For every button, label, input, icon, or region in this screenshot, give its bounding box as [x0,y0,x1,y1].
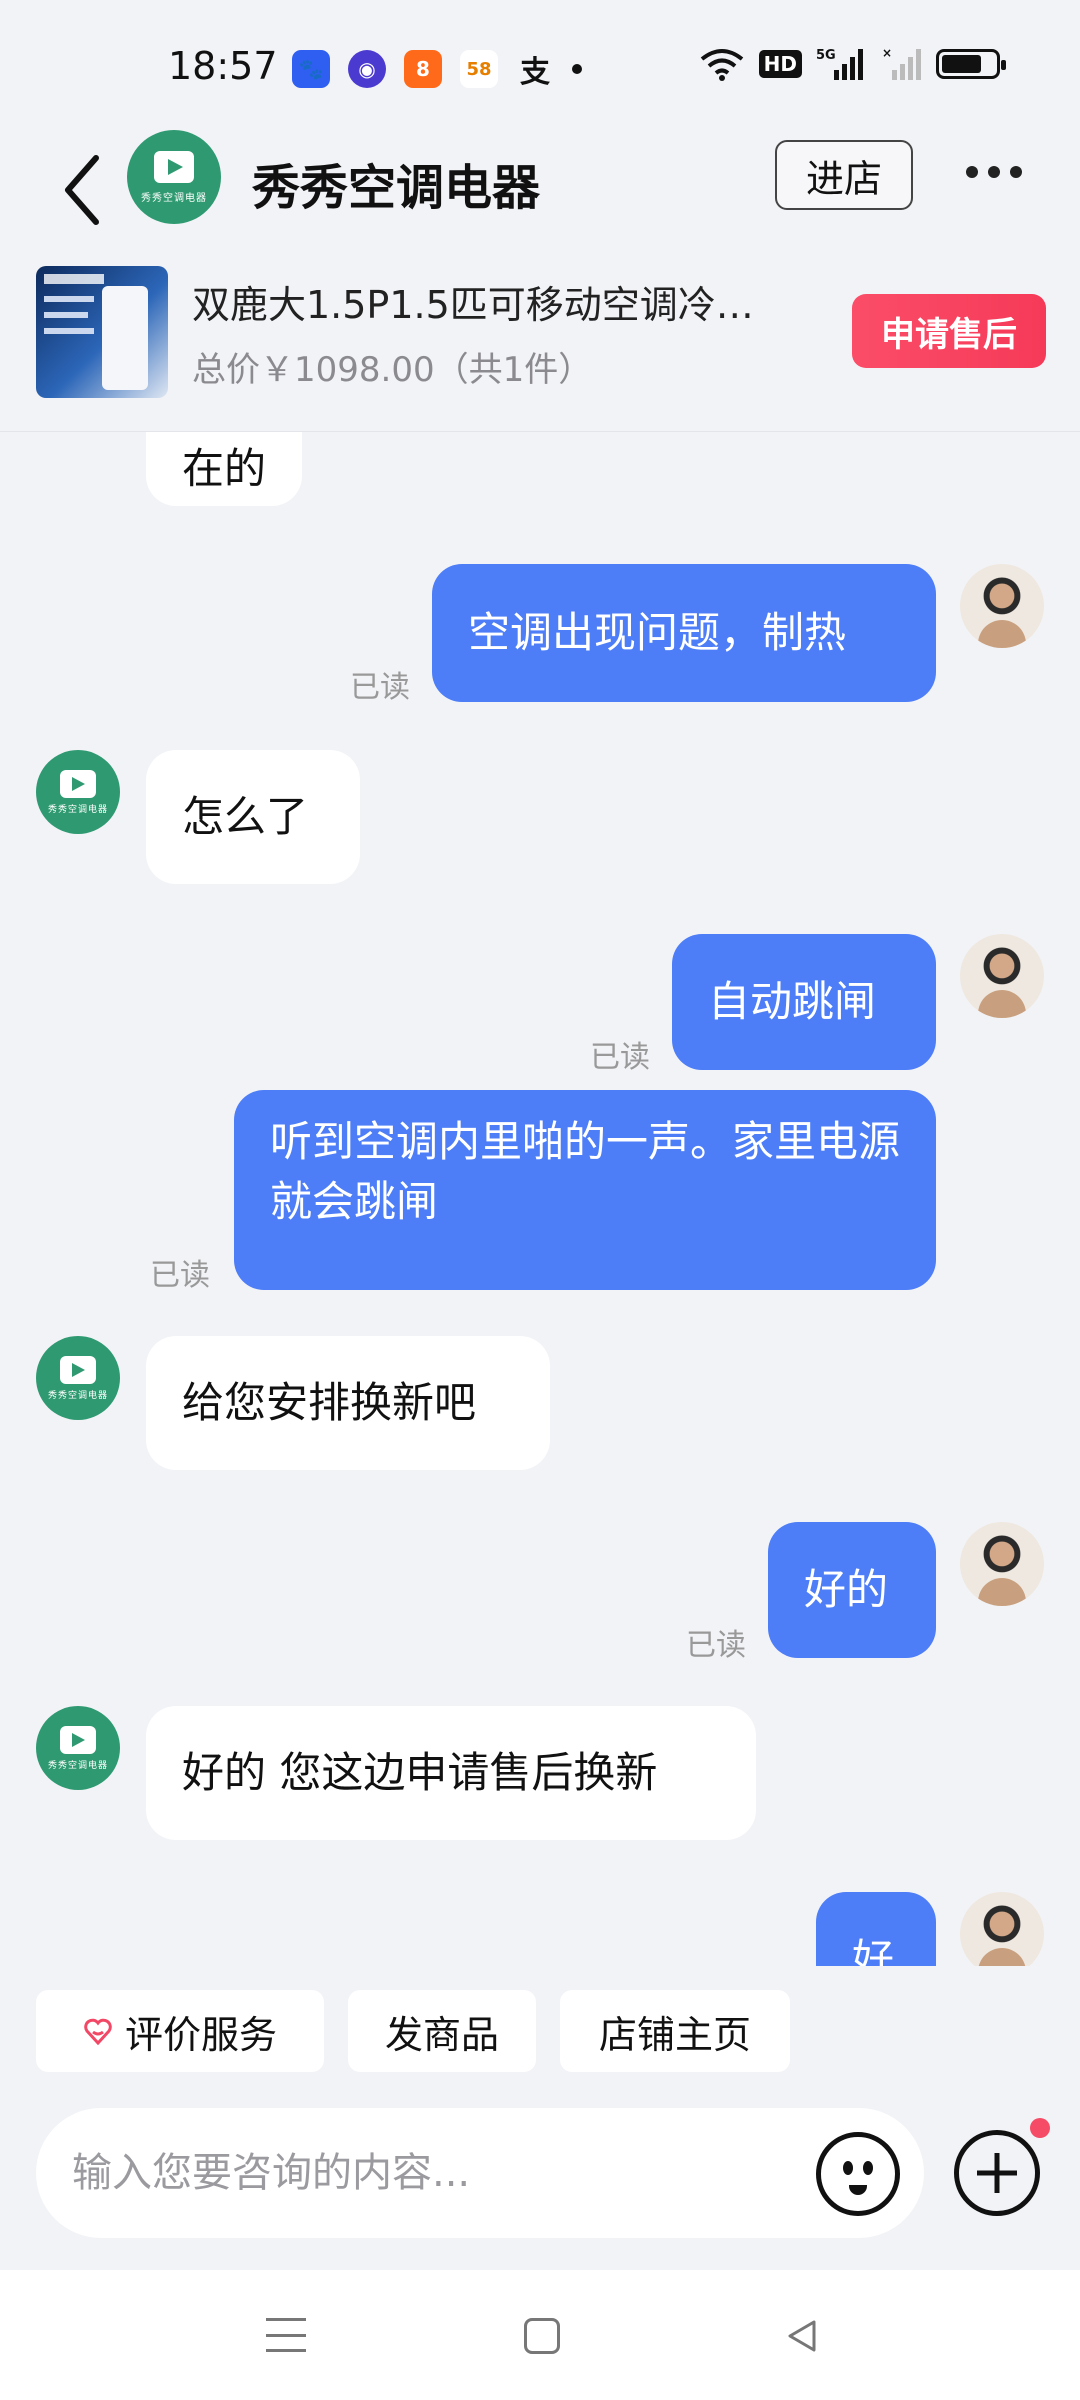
wifi-icon [700,49,743,81]
emoji-icon[interactable] [816,2132,900,2216]
battery-icon [936,49,1006,79]
shop-avatar[interactable]: 秀秀空调电器 [36,750,120,834]
more-options-icon[interactable] [966,166,1022,178]
message-bubble-user: 自动跳闸 [672,934,936,1070]
message-bubble-user: 好的 [768,1522,936,1658]
chat-message-list[interactable]: 在的 已读 空调出现问题，制热 秀秀空调电器 怎么了 已读 自动跳闸 已读 听到… [0,432,1080,1966]
signal-5g-icon: 5G [816,48,863,80]
status-time: 18:57 [168,44,278,88]
new-feature-dot [1030,2118,1050,2138]
message-bubble-shop: 给您安排换新吧 [146,1336,550,1470]
message-bubble-user: 好 [816,1892,936,1966]
rate-service-button[interactable]: 评价服务 [36,1990,324,2072]
product-title: 双鹿大1.5P1.5匹可移动空调冷… [192,283,754,327]
recent-apps-icon[interactable] [266,2318,306,2352]
battery-level-fill [942,55,981,73]
order-product-card[interactable]: 双鹿大1.5P1.5匹可移动空调冷… 总价￥1098.00（共1件） 申请售后 [0,260,1080,432]
baidu-app-icon: 🐾 [292,50,330,88]
shop-name-title[interactable]: 秀秀空调电器 [252,148,540,218]
shop-logo[interactable]: 秀秀空调电器 [127,130,221,224]
heart-service-icon [84,2018,112,2046]
status-indicators: HD 5G × [699,46,1006,82]
quick-action-bar: 评价服务 发商品 店铺主页 [0,1966,1080,2090]
rate-service-label: 评价服务 [124,2012,277,2057]
product-thumbnail[interactable] [36,266,168,398]
browser-app-icon: ◉ [348,50,386,88]
shop-avatar[interactable]: 秀秀空调电器 [36,1336,120,1420]
app-58-icon: 58 [460,50,498,88]
read-receipt: 已读 [150,1258,210,1293]
signal-secondary-icon: × [882,46,921,80]
alipay-app-icon: 支 [520,55,550,90]
status-bar: 18:57 🐾 ◉ 8 58 支 HD 5G × [0,0,1080,130]
message-bubble-shop: 怎么了 [146,750,360,884]
nav-back-icon[interactable] [782,2316,822,2356]
shop-avatar[interactable]: 秀秀空调电器 [36,1706,120,1790]
apply-after-sale-button[interactable]: 申请售后 [852,294,1046,368]
hd-voice-badge: HD [758,50,802,78]
enter-store-button[interactable]: 进店 [775,140,913,210]
user-avatar[interactable] [960,1522,1044,1606]
user-avatar[interactable] [960,564,1044,648]
add-more-icon[interactable] [954,2130,1040,2216]
notification-icons: 🐾 ◉ 8 58 支 [292,48,582,90]
chat-header: 秀秀空调电器 秀秀空调电器 进店 [0,130,1080,260]
more-notifications-dot [572,64,582,74]
read-receipt: 已读 [686,1628,746,1663]
message-bubble-user: 听到空调内里啪的一声。家里电源就会跳闸 [234,1090,936,1290]
message-bubble-shop: 在的 [146,432,303,506]
shop-logo-mark [154,150,194,183]
message-input[interactable] [36,2108,924,2238]
message-bubble-shop: 好的 您这边申请售后换新 [146,1706,756,1840]
system-navigation-bar [0,2270,1080,2400]
read-receipt: 已读 [590,1040,650,1075]
read-receipt: 已读 [350,670,410,705]
shop-logo-text: 秀秀空调电器 [141,192,207,204]
network-type-label: 5G [816,48,836,63]
user-avatar[interactable] [960,934,1044,1018]
user-avatar[interactable] [960,1892,1044,1966]
store-homepage-button[interactable]: 店铺主页 [560,1990,790,2072]
svg-text:×: × [882,46,892,60]
home-icon[interactable] [524,2318,560,2354]
message-input-bar [0,2090,1080,2270]
message-bubble-user: 空调出现问题，制热 [432,564,936,702]
back-arrow-icon[interactable] [58,152,110,228]
send-product-button[interactable]: 发商品 [348,1990,536,2072]
product-price: 总价￥1098.00（共1件） [192,350,593,390]
kuaishou-app-icon: 8 [404,50,442,88]
